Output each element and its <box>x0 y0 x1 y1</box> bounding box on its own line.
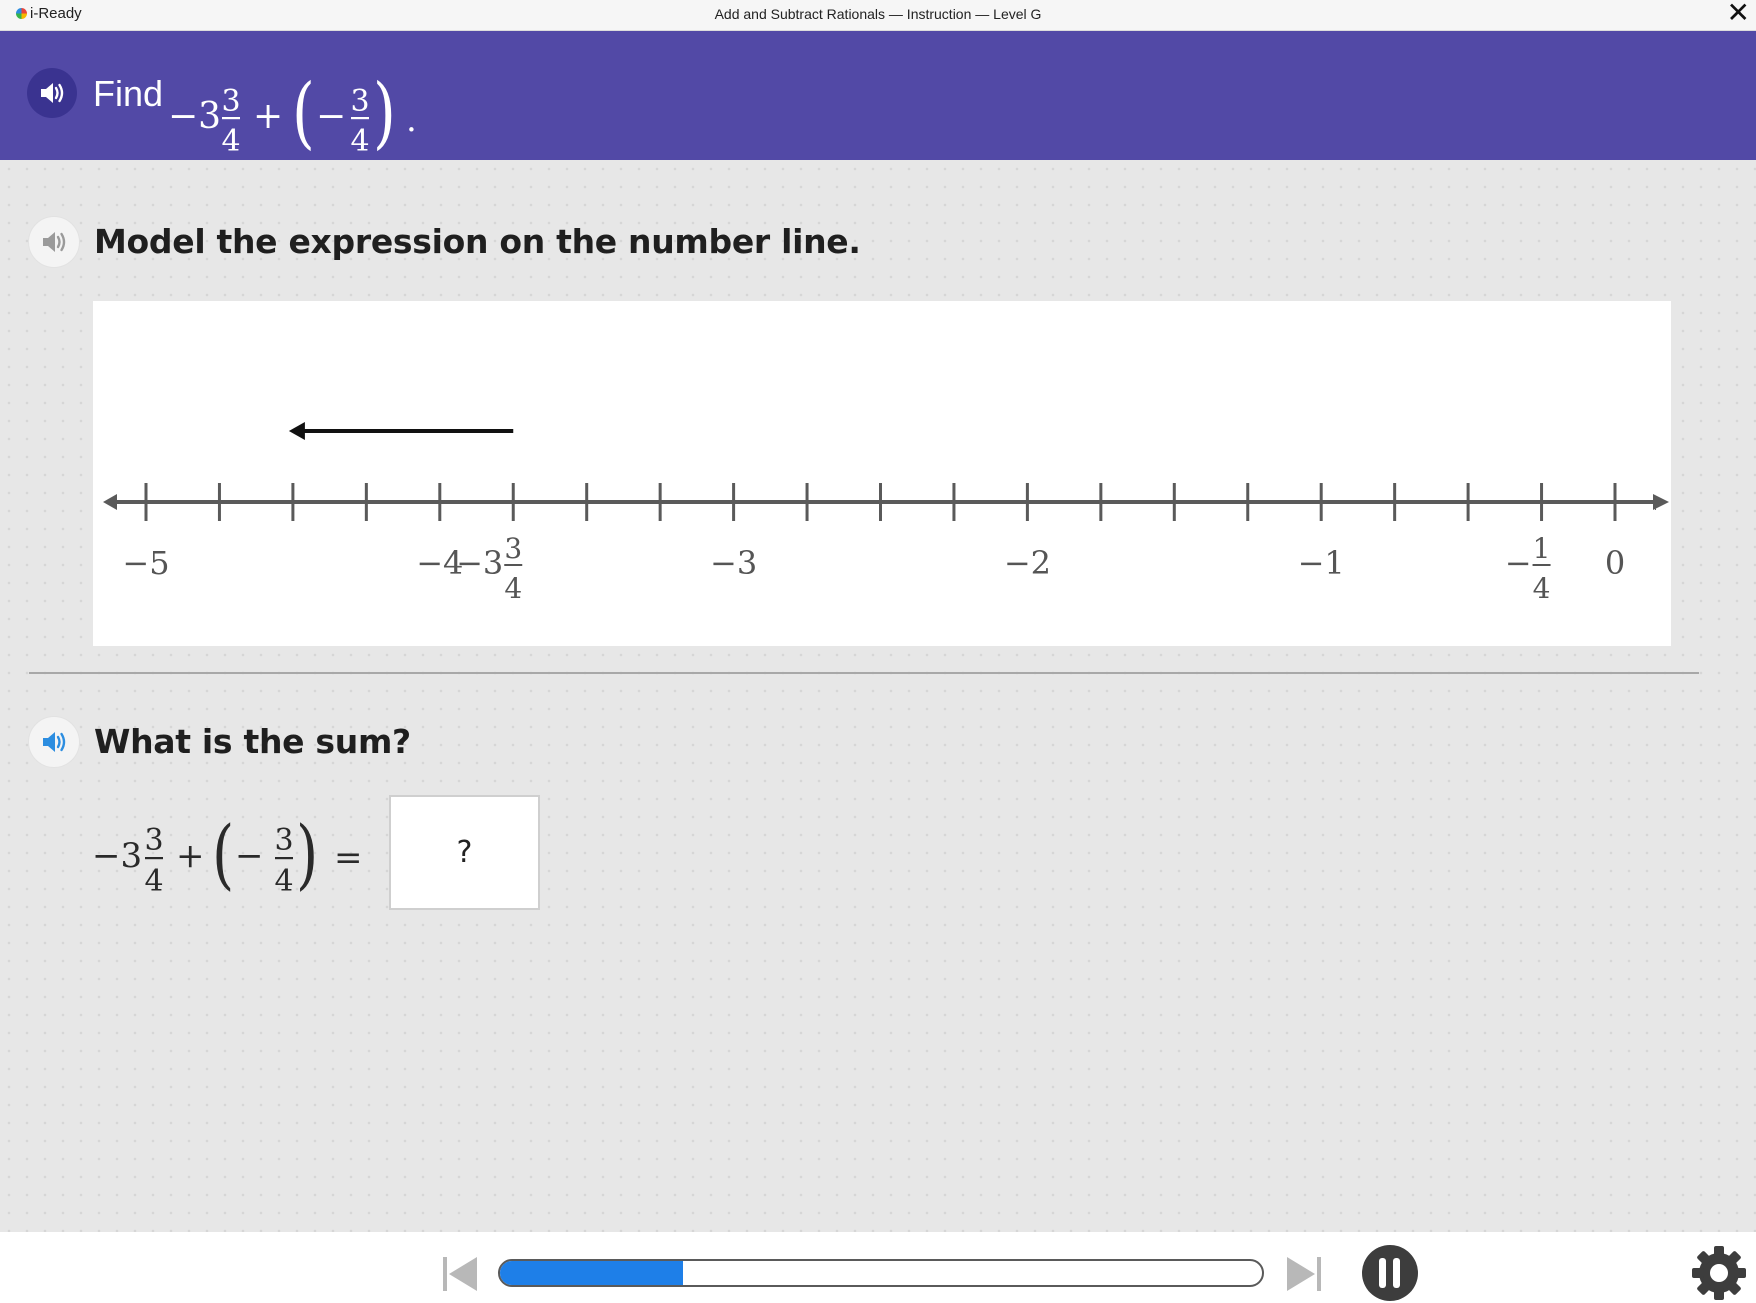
settings-gear-icon[interactable] <box>1690 1244 1748 1302</box>
sum-neg: − <box>235 836 264 876</box>
sum-open-paren: ( <box>212 810 234 898</box>
pause-button[interactable] <box>1362 1245 1418 1301</box>
title-bar: i-Ready Add and Subtract Rationals — Ins… <box>0 0 1756 31</box>
expr-frac2-num: 3 <box>350 84 369 119</box>
sum-frac2-den: 4 <box>274 864 293 899</box>
fraction-label-numerator: 3 <box>504 532 522 565</box>
fraction-label-whole: −3 <box>456 544 503 582</box>
tick-label: −3 <box>710 544 757 582</box>
expr-frac2-bar <box>351 117 369 120</box>
lesson-header: Find −3 3 4 + ( − 3 4 ) . <box>0 31 1756 160</box>
skip-back-icon[interactable] <box>440 1254 480 1294</box>
sum-frac1-num: 3 <box>144 823 163 858</box>
skip-forward-icon[interactable] <box>1284 1254 1324 1294</box>
fraction-label-denominator: 4 <box>504 572 522 605</box>
sum-plus: + <box>176 836 205 876</box>
number-line-panel: −5 −4 −3 −2 −1 0 −3 3 4−1 4 <box>93 301 1671 646</box>
progress-bar[interactable] <box>498 1259 1264 1287</box>
expr-frac1-den: 4 <box>221 124 240 159</box>
answer-input[interactable]: ? <box>389 795 540 910</box>
sum-close-paren: ) <box>296 810 318 898</box>
expr-period: . <box>406 100 417 140</box>
sum-whole: −3 <box>92 836 142 876</box>
expr-frac2-den: 4 <box>350 124 369 159</box>
sum-expression: −3 3 4 + ( − 3 4 ) = <box>92 810 363 899</box>
divider <box>29 672 1699 674</box>
tick-label: −5 <box>122 544 169 582</box>
axis-right-arrowhead <box>1653 494 1669 510</box>
progress-fill <box>500 1261 683 1285</box>
fraction-label-bar <box>1532 564 1551 566</box>
question2-text: What is the sum? <box>94 722 411 761</box>
expr-frac1-num: 3 <box>221 84 240 119</box>
fraction-label-denominator: 4 <box>1533 572 1551 605</box>
question1-text: Model the expression on the number line. <box>94 222 861 261</box>
speaker-icon <box>43 232 66 252</box>
header-speaker-button[interactable] <box>27 68 77 118</box>
sum-frac2-num: 3 <box>274 823 293 858</box>
expr-frac1-bar <box>222 117 240 120</box>
expr-open-paren: ( <box>292 68 315 159</box>
player-controls <box>0 1232 1756 1303</box>
tick-label: −1 <box>1298 544 1345 582</box>
sum-frac1-den: 4 <box>144 864 163 899</box>
fraction-label-numerator: 1 <box>1533 532 1551 565</box>
speaker-icon <box>41 83 64 103</box>
question1-speaker-button[interactable] <box>28 216 80 268</box>
lesson-content: Model the expression on the number line.… <box>0 160 1756 1232</box>
expr-neg: − <box>316 96 346 137</box>
prompt-find-label: Find <box>93 73 164 114</box>
fraction-label-whole: − <box>1505 544 1532 582</box>
speaker-icon <box>43 732 66 752</box>
question2-speaker-button[interactable] <box>28 716 80 768</box>
sum-frac2-bar <box>275 857 293 860</box>
sum-frac1-bar <box>145 857 163 860</box>
expr-whole: −3 <box>168 96 221 137</box>
window-title: Add and Subtract Rationals — Instruction… <box>714 6 1042 22</box>
axis-left-arrowhead <box>103 494 117 510</box>
sum-equals: = <box>334 838 363 878</box>
tick-label: −2 <box>1004 544 1051 582</box>
expr-close-paren: ) <box>373 68 396 159</box>
answer-placeholder: ? <box>456 835 473 870</box>
fraction-label-bar <box>504 564 523 566</box>
model-arrow-head <box>288 422 305 440</box>
close-icon[interactable]: ✕ <box>1727 0 1750 28</box>
expr-plus: + <box>253 96 283 137</box>
tick-label: 0 <box>1605 544 1625 582</box>
number-line: −5 −4 −3 −2 −1 0−3 34− 14 <box>103 422 1669 605</box>
